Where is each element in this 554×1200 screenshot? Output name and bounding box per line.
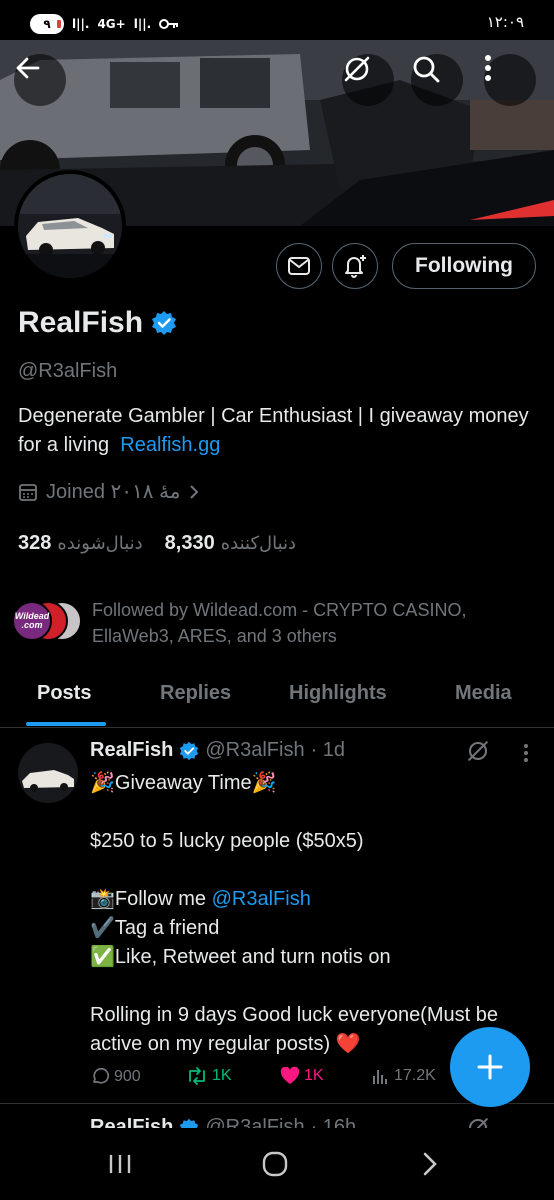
recent-apps-icon <box>109 1155 131 1173</box>
more-button[interactable] <box>484 54 536 106</box>
profile-bio: Degenerate Gambler | Car Enthusiast | I … <box>18 402 538 460</box>
mail-icon <box>288 257 310 275</box>
post-mention[interactable]: @R3alFish <box>212 888 311 910</box>
joined-date[interactable]: Joined مهٔ ۲۰۱۸ <box>18 479 200 504</box>
clock: ۱۲:۰۹ <box>486 13 524 31</box>
following-count: 328 <box>18 532 52 554</box>
grok-icon <box>344 56 370 82</box>
like-button[interactable]: 1K <box>280 1067 324 1085</box>
active-tab-indicator <box>26 722 106 726</box>
home-button[interactable] <box>245 1148 305 1180</box>
followers-count: 8,330 <box>164 532 215 554</box>
post-body: 🎉Giveaway Time🎉 $250 to 5 lucky people (… <box>90 769 544 1059</box>
key-icon <box>159 19 179 29</box>
more-vertical-icon <box>485 55 491 81</box>
heart-icon <box>280 1067 300 1084</box>
battery-icon: ۹ <box>30 14 64 34</box>
back-button[interactable] <box>14 54 66 106</box>
views-icon <box>373 1070 387 1084</box>
profile-avatar[interactable] <box>14 170 126 282</box>
profile-tabs: Posts Replies Highlights Media <box>0 672 554 728</box>
profile-stats: 328 دنبال‌شونده 8,330 دنبال‌کننده <box>18 532 296 555</box>
status-bar-left: ۹ l||. 4G+ l||. <box>30 14 179 34</box>
arrow-left-icon <box>16 57 40 79</box>
grok-button[interactable] <box>342 54 394 106</box>
grok-icon[interactable] <box>466 739 490 763</box>
profile-handle: @R3alFish <box>18 360 118 382</box>
verified-badge-icon[interactable] <box>151 310 177 336</box>
battery-level: ۹ <box>43 17 51 31</box>
follower-facepile: Wildead .com <box>12 601 82 643</box>
reply-button[interactable]: 900 <box>90 1067 141 1087</box>
followed-by[interactable]: Wildead .com Followed by Wildead.com - C… <box>12 597 542 649</box>
reply-icon <box>93 1068 109 1084</box>
system-navigation-bar <box>0 1128 554 1200</box>
chevron-right-icon <box>190 484 199 499</box>
views-button[interactable]: 17.2K <box>372 1067 436 1085</box>
post-line: 📸Follow me @R3alFish <box>90 885 544 914</box>
post-line: ✅Like, Retweet and turn notis on <box>90 946 391 968</box>
post-line: 🎉Giveaway Time🎉 <box>90 772 277 794</box>
post-line-text: 📸Follow me <box>90 888 212 910</box>
search-button[interactable] <box>411 54 463 106</box>
post-line: $250 to 5 lucky people ($50x5) <box>90 830 364 852</box>
tab-highlights[interactable]: Highlights <box>289 682 387 705</box>
bio-link[interactable]: Realfish.gg <box>120 434 220 456</box>
like-count: 1K <box>304 1067 324 1084</box>
following-stat[interactable]: 328 دنبال‌شونده <box>18 532 143 555</box>
post-author-handle[interactable]: @R3alFish <box>205 739 304 762</box>
tab-posts[interactable]: Posts <box>37 682 91 705</box>
more-vertical-icon[interactable] <box>523 743 529 763</box>
retweet-icon <box>189 1067 205 1085</box>
followers-stat[interactable]: 8,330 دنبال‌کننده <box>165 532 296 555</box>
recent-apps-button[interactable] <box>90 1148 150 1180</box>
calendar-icon <box>19 483 37 501</box>
notifications-button[interactable] <box>332 243 378 289</box>
bell-plus-icon <box>345 255 366 278</box>
view-count: 17.2K <box>394 1067 436 1084</box>
post-author-name[interactable]: RealFish <box>90 739 173 762</box>
profile-name-row: RealFish <box>18 306 177 340</box>
tab-replies[interactable]: Replies <box>160 682 231 705</box>
post-header: RealFish @R3alFish · 1d <box>90 739 345 762</box>
signal-icon-2: l||. <box>133 17 152 31</box>
home-circle-icon <box>262 1151 288 1177</box>
signal-icon: l||. <box>72 17 90 31</box>
message-button[interactable] <box>276 243 322 289</box>
status-bar: ۹ l||. 4G+ l||. ۱۲:۰۹ <box>0 0 554 40</box>
following-label: دنبال‌شونده <box>57 533 143 553</box>
post-time[interactable]: · 1d <box>311 739 345 762</box>
network-type: 4G+ <box>97 17 126 31</box>
chevron-right-icon <box>423 1152 437 1176</box>
back-nav-button[interactable] <box>400 1148 460 1180</box>
followers-label: دنبال‌کننده <box>220 533 297 553</box>
plus-icon <box>477 1054 503 1080</box>
compose-button[interactable] <box>450 1027 530 1107</box>
tab-media[interactable]: Media <box>455 682 512 705</box>
retweet-button[interactable]: 1K <box>186 1067 232 1085</box>
avatar-image <box>18 174 122 278</box>
post-actions: 900 1K 1K 17.2K <box>90 1067 450 1091</box>
wildead-logo: Wildead .com <box>14 611 50 630</box>
reply-count: 900 <box>114 1068 141 1085</box>
followed-by-text: Followed by Wildead.com - CRYPTO CASINO,… <box>92 600 467 646</box>
following-button[interactable]: Following <box>392 243 536 289</box>
verified-badge-icon <box>180 741 199 760</box>
joined-text: Joined مهٔ ۲۰۱۸ <box>46 481 181 503</box>
post-line: ✔️Tag a friend <box>90 917 220 939</box>
bio-text: Degenerate Gambler | Car Enthusiast | I … <box>18 405 529 456</box>
profile-name: RealFish <box>18 306 144 339</box>
post-avatar[interactable] <box>18 743 78 803</box>
search-icon <box>413 56 440 83</box>
retweet-count: 1K <box>212 1067 232 1084</box>
facepile-avatar-1: Wildead .com <box>12 601 52 641</box>
post-avatar-image <box>18 743 78 803</box>
